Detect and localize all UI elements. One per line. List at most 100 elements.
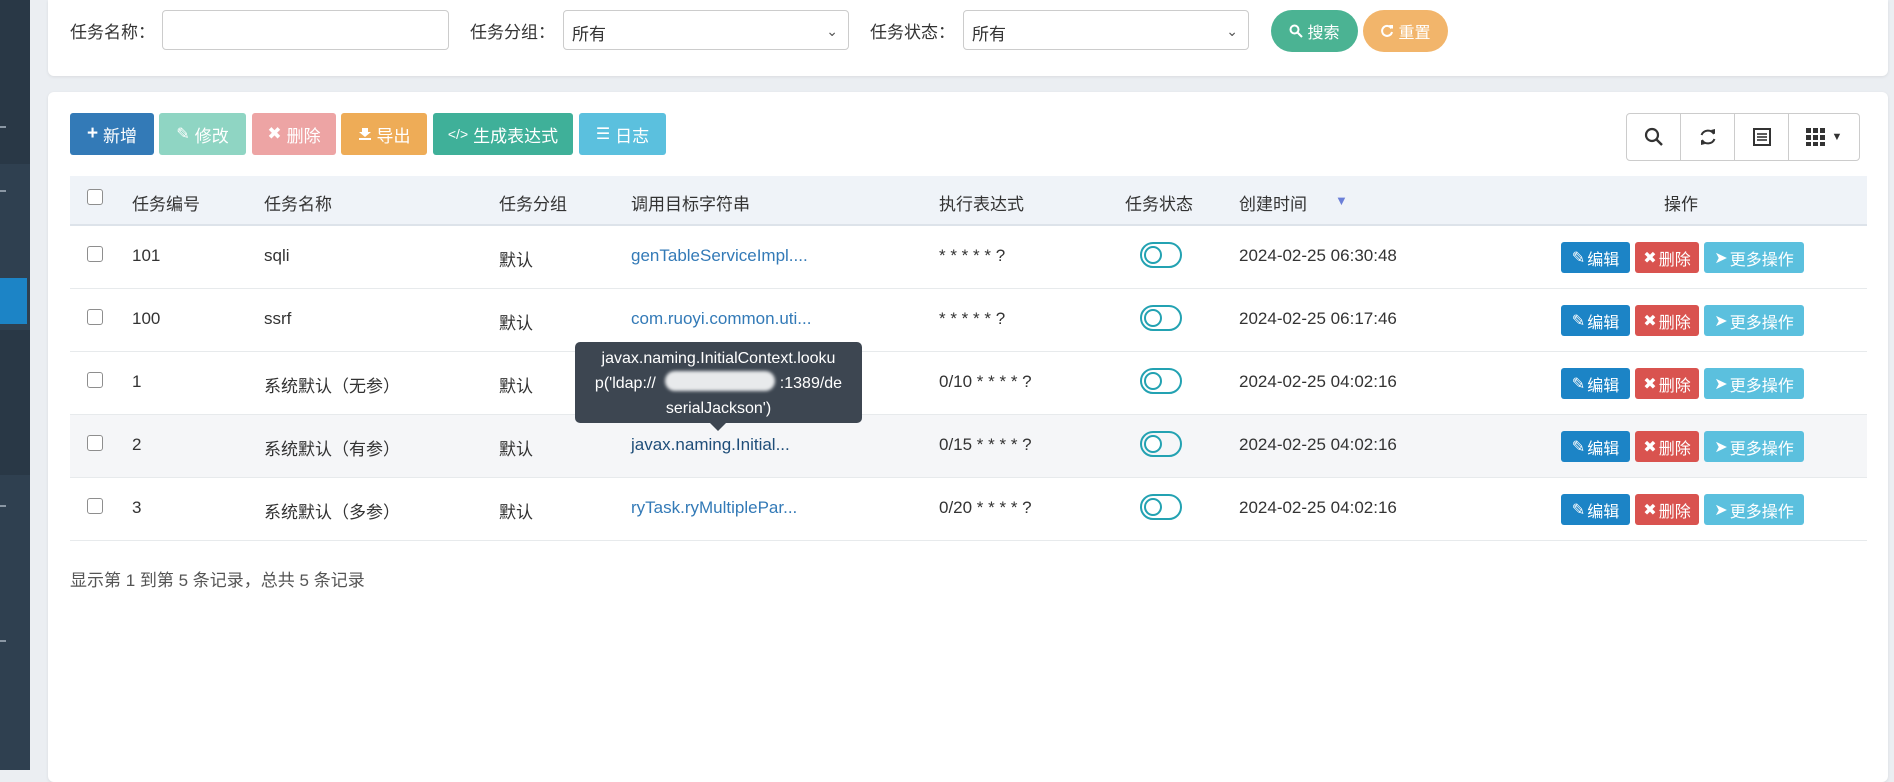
row-checkbox[interactable] [87, 435, 103, 451]
row-more-label: 更多操作 [1729, 314, 1794, 332]
close-icon: ✖ [1643, 249, 1657, 267]
table-row: 3 系统默认（多参） 默认 ryTask.ryMultiplePar... 0/… [70, 478, 1867, 541]
chevron-right-circle-icon: ➤ [1714, 375, 1728, 393]
row-edit-button[interactable]: ✎ 编辑 [1561, 242, 1630, 273]
row-edit-button[interactable]: ✎ 编辑 [1561, 494, 1630, 525]
table-toggle-view-button[interactable] [1734, 113, 1789, 161]
reset-button[interactable]: 重置 [1363, 10, 1448, 52]
delete-button[interactable]: ✖ 删除 [252, 113, 336, 155]
row-delete-button[interactable]: ✖ 删除 [1635, 431, 1699, 462]
export-button[interactable]: 导出 [341, 113, 427, 155]
header-job-name[interactable]: 任务名称 [264, 190, 332, 215]
table-search-button[interactable] [1626, 113, 1681, 161]
sidebar-tick [0, 126, 6, 128]
row-edit-button[interactable]: ✎ 编辑 [1561, 431, 1630, 462]
sidebar-active-item[interactable] [0, 278, 27, 324]
task-group-select[interactable]: 所有 ⌄ [563, 10, 849, 50]
cell-job-group: 默认 [499, 251, 533, 270]
row-checkbox[interactable] [87, 309, 103, 325]
close-icon: ✖ [1643, 375, 1657, 393]
refresh-icon [1381, 24, 1394, 37]
row-delete-label: 删除 [1658, 377, 1691, 395]
chevron-right-circle-icon: ➤ [1714, 312, 1728, 330]
sidebar-block [0, 330, 30, 475]
cell-job-id: 3 [132, 498, 142, 517]
row-delete-button[interactable]: ✖ 删除 [1635, 242, 1699, 273]
table-refresh-button[interactable] [1680, 113, 1735, 161]
task-status-select[interactable]: 所有 ⌄ [963, 10, 1249, 50]
status-toggle[interactable] [1140, 494, 1182, 520]
row-more-label: 更多操作 [1729, 503, 1794, 521]
header-job-group[interactable]: 任务分组 [499, 190, 567, 215]
row-delete-button[interactable]: ✖ 删除 [1635, 305, 1699, 336]
cell-job-name: ssrf [264, 309, 292, 328]
row-delete-button[interactable]: ✖ 删除 [1635, 368, 1699, 399]
cell-cron-expression: * * * * * ? [939, 309, 1006, 328]
close-icon: ✖ [267, 124, 282, 143]
export-button-label: 导出 [376, 126, 411, 146]
row-delete-label: 删除 [1658, 314, 1691, 332]
table-row: 100 ssrf 默认 com.ruoyi.common.uti... * * … [70, 289, 1867, 352]
header-invoke-target[interactable]: 调用目标字符串 [631, 190, 750, 215]
row-more-button[interactable]: ➤ 更多操作 [1704, 368, 1804, 399]
cell-job-group: 默认 [499, 503, 533, 522]
job-table: 任务编号 任务名称 任务分组 调用目标字符串 执行表达式 任务状态 创建时间 ▼… [70, 176, 1867, 541]
search-button[interactable]: 搜索 [1271, 10, 1358, 52]
cell-job-id: 1 [132, 372, 142, 391]
task-group-label: 任务分组： [470, 23, 555, 42]
header-create-time[interactable]: 创建时间 [1239, 190, 1307, 215]
cell-cron-expression: * * * * * ? [939, 246, 1006, 265]
sort-desc-icon[interactable]: ▼ [1335, 193, 1348, 208]
row-edit-button[interactable]: ✎ 编辑 [1561, 368, 1630, 399]
row-more-button[interactable]: ➤ 更多操作 [1704, 431, 1804, 462]
status-toggle[interactable] [1140, 305, 1182, 331]
delete-button-label: 删除 [286, 126, 321, 146]
task-name-input[interactable] [162, 10, 449, 50]
table-columns-button[interactable]: ▼ [1788, 113, 1860, 161]
row-checkbox[interactable] [87, 246, 103, 262]
cell-create-time: 2024-02-25 04:02:16 [1239, 498, 1397, 517]
status-toggle[interactable] [1140, 368, 1182, 394]
row-checkbox[interactable] [87, 372, 103, 388]
status-toggle[interactable] [1140, 431, 1182, 457]
row-more-label: 更多操作 [1729, 251, 1794, 269]
sidebar-tick [0, 190, 6, 192]
log-button[interactable]: ☰ 日志 [579, 113, 666, 155]
row-edit-button[interactable]: ✎ 编辑 [1561, 305, 1630, 336]
row-more-button[interactable]: ➤ 更多操作 [1704, 242, 1804, 273]
edit-button[interactable]: ✎ 修改 [159, 113, 246, 155]
add-button[interactable]: + 新增 [70, 113, 154, 155]
row-edit-label: 编辑 [1587, 503, 1620, 521]
status-toggle[interactable] [1140, 242, 1182, 268]
cell-invoke-target[interactable]: javax.naming.Initial... [631, 435, 790, 455]
header-cron-expression[interactable]: 执行表达式 [939, 190, 1024, 215]
edit-icon: ✎ [1571, 249, 1586, 267]
toggle-knob [1144, 435, 1162, 453]
edit-icon: ✎ [1571, 375, 1586, 393]
row-delete-label: 删除 [1658, 251, 1691, 269]
cell-invoke-target[interactable]: ryTask.ryMultiplePar... [631, 498, 797, 518]
cell-job-name: 系统默认（多参） [264, 503, 400, 522]
cell-invoke-target[interactable]: com.ruoyi.common.uti... [631, 309, 811, 329]
cell-job-id: 100 [132, 309, 161, 328]
row-edit-label: 编辑 [1587, 314, 1620, 332]
close-icon: ✖ [1643, 438, 1657, 456]
chevron-right-circle-icon: ➤ [1714, 501, 1728, 519]
select-all-checkbox[interactable] [87, 189, 103, 205]
task-status-label: 任务状态： [870, 23, 955, 42]
cron-generator-button[interactable]: </> 生成表达式 [433, 113, 573, 155]
header-job-id[interactable]: 任务编号 [132, 190, 200, 215]
cell-invoke-target[interactable]: genTableServiceImpl.... [631, 246, 808, 266]
sidebar-block [0, 0, 30, 164]
grid-icon [1805, 128, 1825, 146]
row-more-label: 更多操作 [1729, 377, 1794, 395]
header-status[interactable]: 任务状态 [1125, 190, 1193, 215]
cell-cron-expression: 0/15 * * * * ? [939, 435, 1032, 454]
row-checkbox[interactable] [87, 498, 103, 514]
plus-icon: + [86, 123, 99, 144]
tooltip-line-2-suffix: :1389/de [779, 375, 843, 392]
row-delete-button[interactable]: ✖ 删除 [1635, 494, 1699, 525]
row-more-button[interactable]: ➤ 更多操作 [1704, 305, 1804, 336]
header-actions: 操作 [1664, 195, 1698, 214]
row-more-button[interactable]: ➤ 更多操作 [1704, 494, 1804, 525]
